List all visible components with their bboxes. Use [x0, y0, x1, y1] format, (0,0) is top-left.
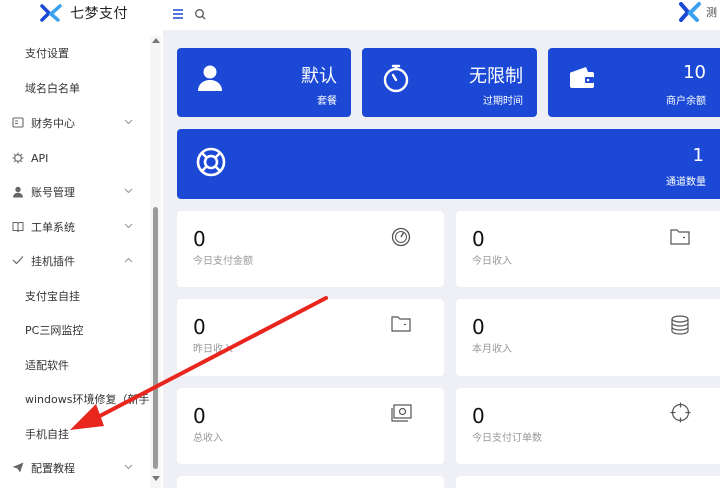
- chevron-down-icon: [124, 119, 133, 125]
- user-icon: [13, 186, 23, 198]
- expire-card: 无限制 过期时间: [362, 48, 537, 117]
- stat-card-today-orders: 0 今日支付订单数: [456, 388, 720, 464]
- sidebar-item-windows-repair[interactable]: windows环境修复（新手系统: [0, 382, 150, 416]
- stat-card-today-income: 0 今日收入: [456, 211, 720, 287]
- stat-card-partial: [177, 476, 444, 488]
- book-icon: [12, 222, 24, 232]
- sidebar-item-domain-whitelist[interactable]: 域名白名单: [0, 71, 150, 105]
- sidebar-item-pc-monitor[interactable]: PC三网监控: [0, 313, 150, 347]
- sidebar-item-alipay-hang[interactable]: 支付宝自挂: [0, 279, 150, 313]
- stat-card-total-income: 0 总收入: [177, 388, 444, 464]
- logo-icon: [40, 4, 62, 22]
- sidebar-item-api[interactable]: API: [0, 141, 150, 175]
- chevron-down-icon: [124, 188, 133, 194]
- avatar-icon: [679, 2, 701, 22]
- folder-icon: [670, 229, 690, 245]
- menu-toggle-icon[interactable]: [172, 7, 184, 21]
- stat-card-yesterday-income: 0 昨日收入: [177, 299, 444, 376]
- scroll-down-arrow-icon[interactable]: [152, 476, 160, 481]
- stat-card-month-income: 0 本月收入: [456, 299, 720, 376]
- crosshair-icon: [670, 402, 691, 423]
- stat-card-today-pay: 0 今日支付金额: [177, 211, 444, 287]
- search-icon[interactable]: [194, 7, 207, 21]
- lifebuoy-icon: [196, 147, 226, 177]
- chevron-up-icon: [124, 257, 133, 263]
- sidebar-item-adapt-software[interactable]: 适配软件: [0, 348, 150, 382]
- stopwatch-icon: [383, 64, 409, 93]
- finance-icon: [12, 117, 24, 128]
- balance-card: 10 商户余额: [548, 48, 720, 117]
- scrollbar-thumb[interactable]: [153, 207, 158, 469]
- user-icon: [198, 65, 222, 91]
- sidebar-item-pay-settings[interactable]: 支付设置: [0, 36, 150, 70]
- gauge-icon: [391, 227, 411, 247]
- channels-card: 1 通道数量: [177, 129, 720, 199]
- package-card: 默认 套餐: [177, 48, 351, 117]
- sidebar-item-hang-plugins[interactable]: 挂机插件: [0, 244, 150, 278]
- check-icon: [12, 256, 24, 265]
- sidebar-item-tickets[interactable]: 工单系统: [0, 210, 150, 244]
- banknote-icon: [391, 404, 412, 422]
- sidebar-item-account[interactable]: 账号管理: [0, 175, 150, 209]
- brand[interactable]: 七梦支付: [40, 3, 128, 23]
- sidebar: 支付设置 域名白名单 财务中心 API 账号管理 工单系统 挂机插件 支付宝自挂…: [0, 30, 163, 488]
- sidebar-item-mobile-hang[interactable]: 手机自挂: [0, 417, 150, 451]
- wallet-icon: [570, 67, 594, 88]
- folder-icon: [391, 316, 411, 332]
- brand-name: 七梦支付: [70, 6, 128, 22]
- chevron-down-icon: [124, 464, 133, 470]
- sidebar-item-config-tutorial[interactable]: 配置教程: [0, 451, 150, 485]
- top-bar: 七梦支付 测: [0, 0, 720, 30]
- username: 测: [706, 6, 717, 19]
- database-icon: [671, 315, 689, 335]
- scroll-up-arrow-icon[interactable]: [152, 38, 160, 43]
- stat-card-partial: [456, 476, 720, 488]
- chevron-down-icon: [124, 223, 133, 229]
- api-gear-icon: [12, 152, 24, 164]
- user-menu[interactable]: 测: [678, 1, 717, 23]
- send-icon: [12, 462, 24, 473]
- sidebar-item-finance[interactable]: 财务中心: [0, 106, 150, 140]
